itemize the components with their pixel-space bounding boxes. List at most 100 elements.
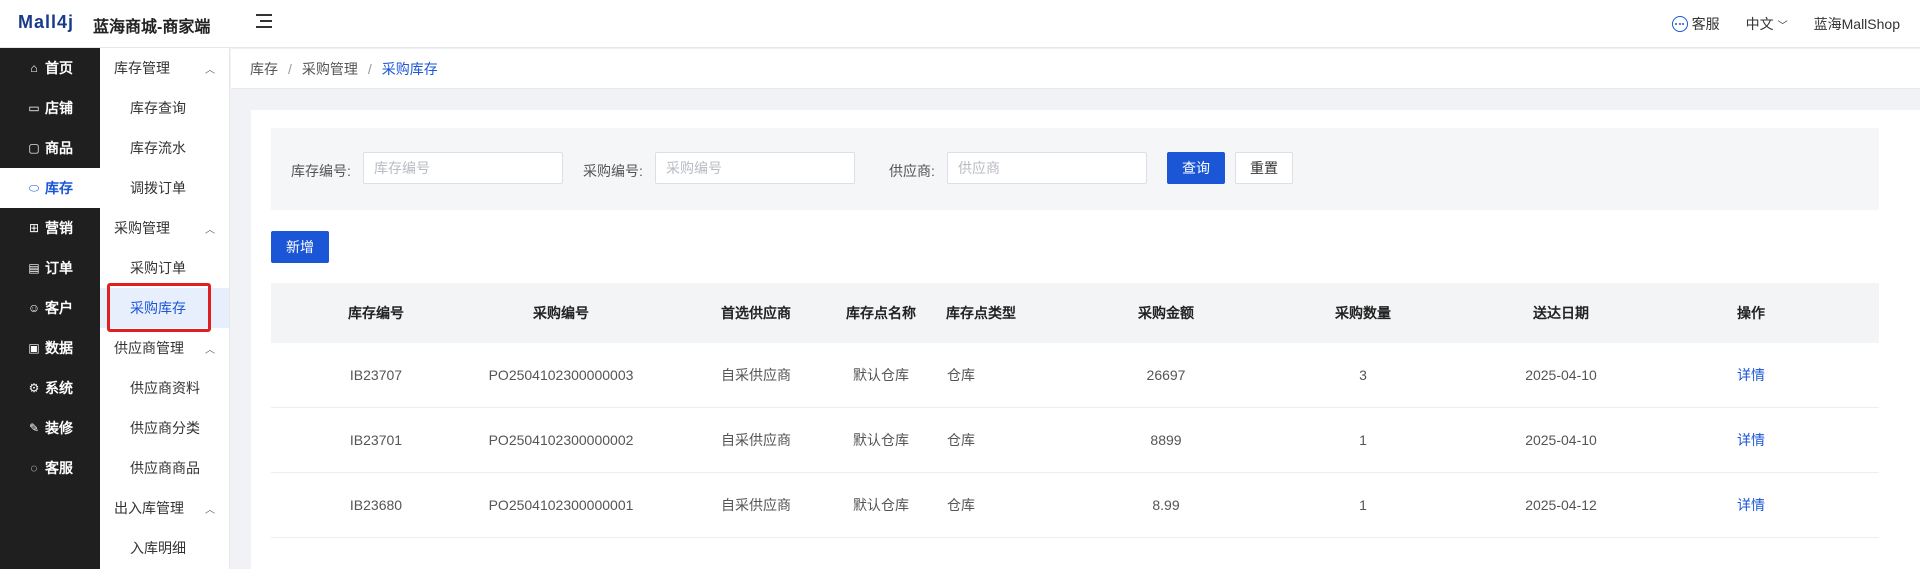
detail-link[interactable]: 详情 [1737, 495, 1765, 515]
shop-name: 蓝海MallShop [1813, 16, 1900, 32]
gift-icon: ⊞ [28, 221, 40, 235]
subnav-group-purchase[interactable]: 采购管理 ︿ [100, 208, 229, 248]
nav-label: 订单 [45, 260, 73, 276]
purchase-no-input[interactable] [655, 152, 855, 184]
nav-label: 库存 [45, 180, 73, 196]
chat-icon: ◌ [30, 461, 38, 475]
column-header: 库存点类型 [946, 305, 1016, 321]
shop-name-menu[interactable]: 蓝海MallShop [1814, 14, 1900, 34]
table-cell: 3 [1359, 367, 1367, 383]
subnav-item-inbound-detail[interactable]: 入库明细 [100, 528, 229, 568]
subnav-item-supplier-products[interactable]: 供应商商品 [100, 448, 229, 488]
subnav-group-label: 采购管理 [114, 220, 170, 236]
nav-item-product[interactable]: ▢ 商品 [0, 128, 100, 168]
table-header: 库存编号 采购编号 首选供应商 库存点名称 库存点类型 采购金额 采购数量 送达… [271, 283, 1879, 343]
breadcrumb-separator: / [367, 60, 372, 77]
stock-no-input[interactable] [363, 152, 563, 184]
chat-bubble-icon [1671, 16, 1688, 32]
subnav-group-inventory[interactable]: 库存管理 ︿ [100, 48, 229, 88]
subnav-item-stock-flow[interactable]: 库存流水 [100, 128, 229, 168]
subnav-group-inout[interactable]: 出入库管理 ︿ [100, 488, 229, 528]
sub-sidebar: 库存管理 ︿ 库存查询 库存流水 调拨订单 采购管理 ︿ 采购订单 采购库存 供应商… [100, 48, 230, 569]
breadcrumb-item[interactable]: 采购管理 [302, 59, 358, 79]
detail-link[interactable]: 详情 [1737, 365, 1765, 385]
app-title: 蓝海商城-商家端 [93, 19, 211, 36]
settings-icon: ⚙ [28, 381, 40, 395]
table-row: IB23707 PO2504102300000003 自采供应商 默认仓库 仓库… [271, 343, 1879, 408]
order-icon: ▤ [28, 261, 40, 275]
nav-item-decorate[interactable]: ✎ 装修 [0, 408, 100, 448]
menu-collapse-icon[interactable] [256, 14, 274, 30]
table-cell: PO2504102300000003 [488, 367, 634, 383]
main-panel: 库存编号: 采购编号: 供应商: 查询 重置 新增 库存编号 采购编号 首选供应… [251, 110, 1920, 569]
language-dropdown[interactable]: 中文 ﹀ [1746, 14, 1788, 34]
nav-item-system[interactable]: ⚙ 系统 [0, 368, 100, 408]
breadcrumb-current: 采购库存 [381, 60, 438, 77]
breadcrumb-separator: / [288, 60, 292, 77]
language-label: 中文 [1745, 16, 1774, 32]
column-header: 送达日期 [1533, 305, 1589, 321]
table-cell: IB23701 [349, 432, 403, 448]
chevron-up-icon: ︿ [205, 224, 215, 236]
top-right-actions: 客服 中文 ﹀ 蓝海MallShop [1671, 14, 1900, 34]
subnav-item-purchase-stock[interactable]: 采购库存 [100, 288, 229, 328]
column-header: 库存点名称 [846, 305, 916, 321]
nav-label: 营销 [45, 220, 73, 236]
customer-service-button[interactable]: 客服 [1671, 14, 1720, 34]
chevron-up-icon: ︿ [205, 504, 215, 516]
table-cell: 自采供应商 [721, 432, 791, 448]
nav-label: 店铺 [45, 100, 73, 116]
table-cell: 2025-04-10 [1525, 367, 1597, 383]
subnav-item-supplier-info[interactable]: 供应商资料 [100, 368, 229, 408]
table-cell: 2025-04-10 [1525, 432, 1597, 448]
supplier-input[interactable] [947, 152, 1147, 184]
logo[interactable]: Mall4j [18, 12, 74, 33]
nav-item-data[interactable]: ▣ 数据 [0, 328, 100, 368]
nav-item-orders[interactable]: ▤ 订单 [0, 248, 100, 288]
subnav-item-supplier-category[interactable]: 供应商分类 [100, 408, 229, 448]
table-cell: 1 [1359, 497, 1367, 513]
nav-item-inventory[interactable]: ⬭ 库存 [0, 168, 100, 208]
nav-item-customers[interactable]: ☺ 客户 [0, 288, 100, 328]
table-cell: PO2504102300000001 [488, 497, 634, 513]
table-cell: 自采供应商 [721, 497, 791, 513]
inventory-icon: ⬭ [28, 180, 40, 195]
detail-link[interactable]: 详情 [1737, 430, 1765, 450]
table-cell: IB23707 [349, 367, 403, 383]
nav-label: 客户 [45, 300, 73, 316]
nav-item-service[interactable]: ◌ 客服 [0, 448, 100, 488]
subnav-item-purchase-orders[interactable]: 采购订单 [100, 248, 229, 288]
chevron-up-icon: ︿ [205, 64, 215, 76]
data-icon: ▣ [28, 341, 40, 355]
breadcrumb-item[interactable]: 库存 [250, 59, 278, 79]
add-button[interactable]: 新增 [271, 231, 329, 263]
table-cell: 仓库 [947, 497, 975, 513]
customer-service-label: 客服 [1691, 16, 1720, 32]
store-icon: ▭ [28, 101, 40, 115]
purchase-no-label: 采购编号: [583, 163, 643, 179]
column-header: 采购金额 [1138, 305, 1194, 321]
column-header: 首选供应商 [721, 305, 791, 321]
reset-button[interactable]: 重置 [1235, 152, 1293, 184]
main-sidebar: ⌂ 首页 ▭ 店铺 ▢ 商品 ⬭ 库存 ⊞ 营销 ▤ 订单 ☺ 客户 ▣ 数据 ⚙ 系统 ✎ 装修 … [0, 48, 100, 569]
table-cell: 8.99 [1152, 497, 1180, 513]
table-row: IB23680 PO2504102300000001 自采供应商 默认仓库 仓库… [271, 473, 1879, 538]
subnav-group-label: 出入库管理 [114, 500, 184, 516]
chevron-up-icon: ︿ [205, 344, 215, 356]
subnav-group-supplier[interactable]: 供应商管理 ︿ [100, 328, 229, 368]
table-row: IB23701 PO2504102300000002 自采供应商 默认仓库 仓库… [271, 408, 1879, 473]
home-icon: ⌂ [30, 61, 38, 75]
subnav-item-transfer-orders[interactable]: 调拨订单 [100, 168, 229, 208]
nav-item-store[interactable]: ▭ 店铺 [0, 88, 100, 128]
nav-item-home[interactable]: ⌂ 首页 [0, 48, 100, 88]
customer-icon: ☺ [27, 301, 41, 315]
table-cell: IB23680 [349, 497, 403, 513]
product-icon: ▢ [28, 141, 40, 155]
nav-label: 首页 [45, 60, 73, 76]
table-cell: 2025-04-12 [1525, 497, 1597, 513]
nav-item-marketing[interactable]: ⊞ 营销 [0, 208, 100, 248]
subnav-item-stock-query[interactable]: 库存查询 [100, 88, 229, 128]
table-cell: 1 [1359, 432, 1367, 448]
table-cell: 默认仓库 [853, 432, 909, 448]
query-button[interactable]: 查询 [1167, 152, 1225, 184]
